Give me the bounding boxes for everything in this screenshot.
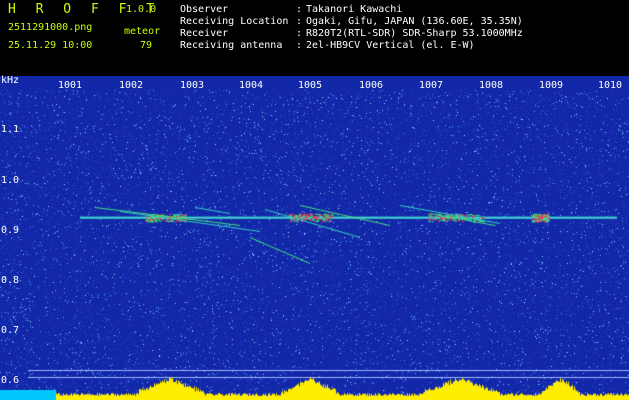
receiver-value: R820T2(RTL-SDR) SDR-Sharp 53.1000MHz [306,28,523,39]
y-tick-1.0: 1.0 [1,175,20,186]
spectrogram-plot [0,76,629,400]
y-axis-label: kHz [1,75,20,86]
y-tick-0.7: 0.7 [1,325,20,336]
meteor-label: meteor [124,26,161,37]
x-tick-1007: 1007 [419,80,444,91]
x-tick-1006: 1006 [359,80,384,91]
header-panel: H R O F F T 1.0.0 2511291000.png 25.11.2… [0,0,629,76]
y-tick-0.9: 0.9 [1,225,20,236]
x-tick-1001: 1001 [58,80,83,91]
antenna-value: 2el-HB9CV Vertical (el. E-W) [306,40,475,51]
x-tick-1008: 1008 [479,80,504,91]
y-tick-0.8: 0.8 [1,275,20,286]
location-value: Ogaki, Gifu, JAPAN (136.60E, 35.35N) [306,16,523,27]
location-colon: : [296,16,303,27]
receiver-label: Receiver [180,28,229,39]
observer-colon: : [296,4,303,15]
y-tick-1.1: 1.1 [1,124,20,135]
file-name: 2511291000.png [8,22,93,33]
x-tick-1009: 1009 [539,80,564,91]
receiver-colon: : [296,28,303,39]
x-tick-1010: 1010 [598,80,623,91]
y-tick-0.6: 0.6 [1,375,20,386]
antenna-label: Receiving antenna [180,40,283,51]
observer-value: Takanori Kawachi [306,4,403,15]
x-tick-1002: 1002 [119,80,144,91]
x-tick-1003: 1003 [180,80,205,91]
datetime-label: 25.11.29 10:00 [8,40,93,51]
meteor-count: 79 [140,40,153,51]
location-label: Receiving Location [180,16,289,27]
antenna-colon: : [296,40,303,51]
observer-label: Observer [180,4,229,15]
x-tick-1004: 1004 [239,80,264,91]
x-tick-1005: 1005 [298,80,323,91]
app-version: 1.0.0 [126,4,157,15]
